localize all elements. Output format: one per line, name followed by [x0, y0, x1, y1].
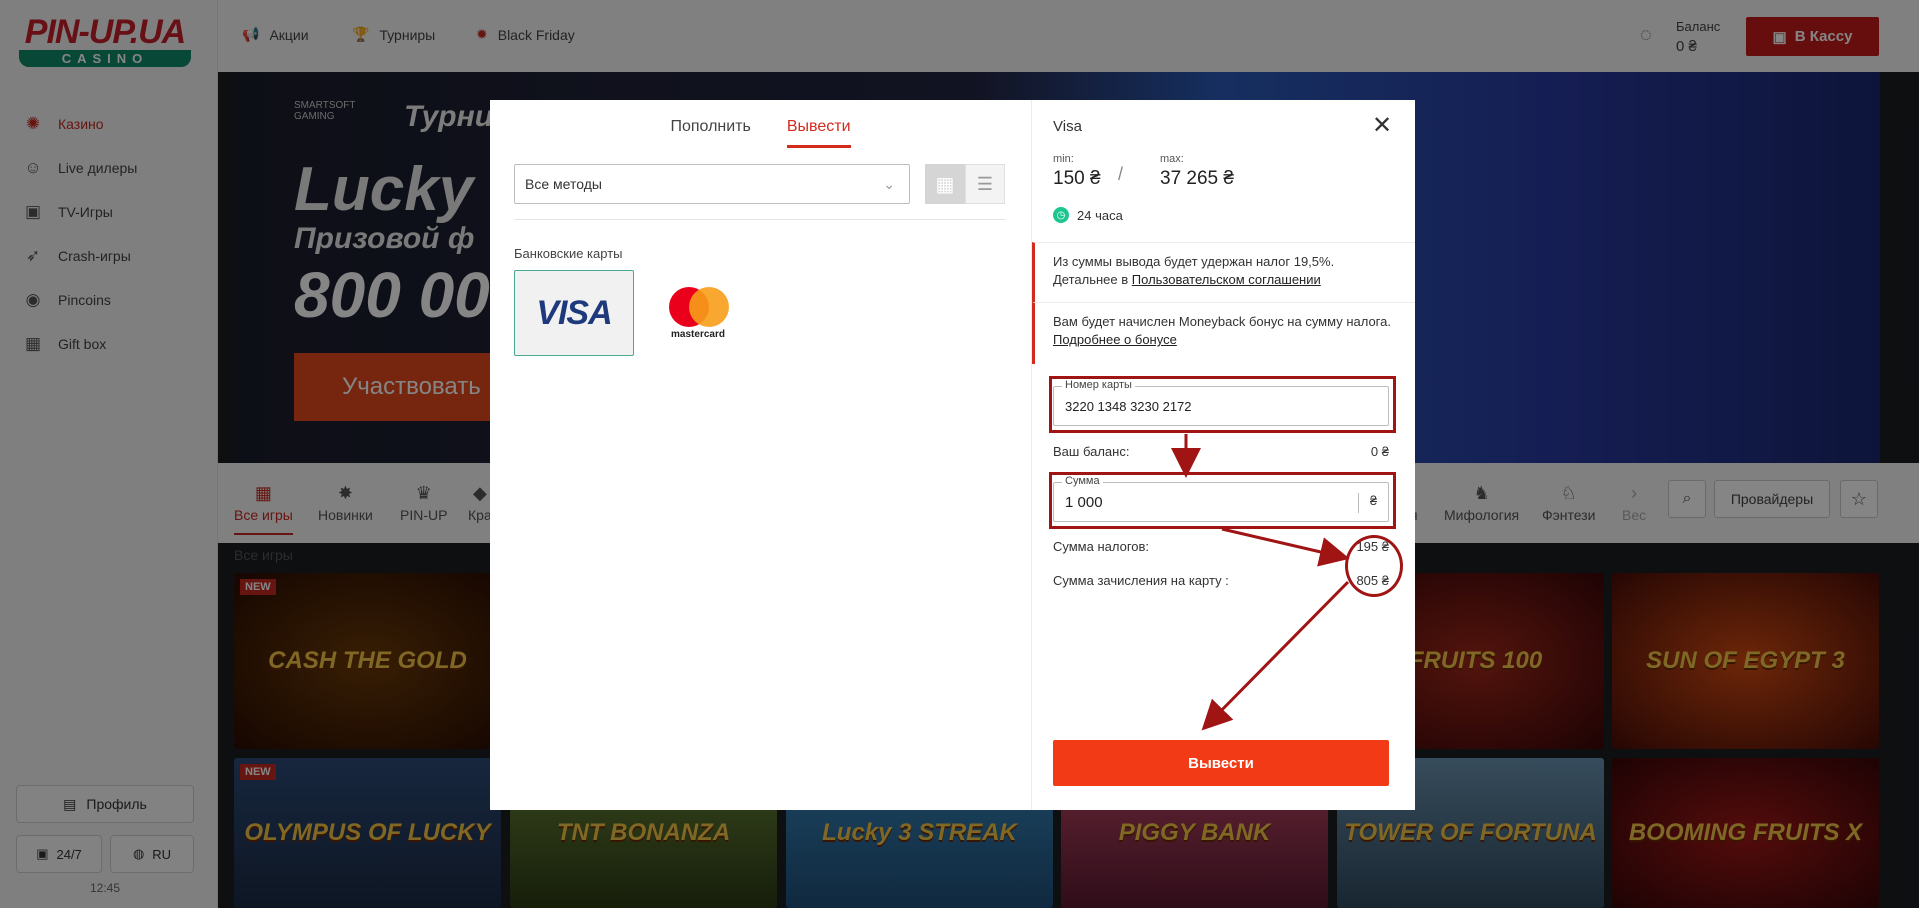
list-view-button[interactable]: ☰	[965, 164, 1005, 204]
grid-view-button[interactable]: ▦	[925, 164, 965, 204]
withdraw-submit-button[interactable]: Вывести	[1053, 740, 1389, 786]
min-value: 150 ₴	[1053, 168, 1101, 189]
amount-field[interactable]: Сумма 1 000 ₴	[1053, 475, 1389, 522]
credit-sum-label: Сумма зачисления на карту :	[1053, 573, 1229, 588]
visa-card-option[interactable]: VISA	[514, 270, 634, 356]
tax-sum-row: Сумма налогов: 195 ₴	[1053, 539, 1389, 554]
bank-cards-title: Банковские карты	[514, 246, 623, 261]
chevron-down-icon: ⌄	[883, 175, 895, 192]
clock-icon: ◷	[1053, 207, 1069, 223]
currency-symbol: ₴	[1358, 493, 1388, 513]
tax-sum-label: Сумма налогов:	[1053, 539, 1150, 554]
amount-label: Сумма	[1062, 475, 1103, 487]
grid-icon: ▦	[935, 173, 955, 196]
amount-value: 1 000	[1065, 494, 1103, 511]
tab-withdraw[interactable]: Вывести	[786, 100, 851, 148]
divider	[514, 219, 1006, 220]
method-title: Visa	[1053, 118, 1082, 135]
card-number-label: Номер карты	[1062, 379, 1135, 391]
card-number-field[interactable]: Номер карты 3220 1348 3230 2172	[1053, 379, 1389, 426]
withdraw-form: Visa ✕ min: 150 ₴ / max: 37 265 ₴ ◷ 24 ча…	[1031, 100, 1415, 810]
mastercard-text: mastercard	[671, 329, 725, 340]
credit-sum-value: 805 ₴	[1356, 573, 1389, 588]
methods-select[interactable]: Все методы ⌄	[514, 164, 910, 204]
mastercard-option[interactable]: mastercard	[638, 270, 758, 356]
min-label: min:	[1053, 153, 1074, 165]
separator: /	[1118, 164, 1124, 184]
methods-panel: Пополнить Вывести Все методы ⌄ ▦ ☰ Банков…	[490, 100, 1031, 810]
your-balance-value: 0 ₴	[1370, 444, 1389, 459]
bonus-notice: Вам будет начислен Moneyback бонус на су…	[1032, 302, 1415, 364]
cashier-tabs: Пополнить Вывести	[490, 100, 1031, 150]
processing-time-value: 24 часа	[1077, 207, 1123, 223]
processing-time: ◷ 24 часа	[1053, 207, 1123, 223]
close-icon: ✕	[1371, 112, 1393, 139]
tax-notice-text: Из суммы вывода будет удержан налог 19,5…	[1053, 254, 1335, 269]
max-label: max:	[1160, 153, 1184, 165]
your-balance-label: Ваш баланс:	[1053, 444, 1130, 459]
close-button[interactable]: ✕	[1370, 114, 1394, 138]
methods-select-value: Все методы	[525, 176, 602, 192]
bonus-notice-text: Вам будет начислен Moneyback бонус на су…	[1053, 314, 1391, 329]
tax-more-prefix: Детальнее в	[1053, 272, 1132, 287]
tax-sum-value: 195 ₴	[1356, 539, 1389, 554]
tax-notice: Из суммы вывода будет удержан налог 19,5…	[1032, 242, 1415, 302]
max-value: 37 265 ₴	[1160, 168, 1234, 189]
balance-row: Ваш баланс: 0 ₴	[1053, 444, 1389, 459]
visa-logo: VISA	[536, 293, 612, 332]
credit-sum-row: Сумма зачисления на карту : 805 ₴	[1053, 573, 1389, 588]
card-number-value: 3220 1348 3230 2172	[1065, 399, 1192, 414]
tab-deposit[interactable]: Пополнить	[670, 100, 750, 148]
cashier-modal: Пополнить Вывести Все методы ⌄ ▦ ☰ Банков…	[490, 100, 1415, 810]
mastercard-logo: mastercard	[663, 283, 733, 343]
user-agreement-link[interactable]: Пользовательском соглашении	[1132, 272, 1321, 287]
list-icon: ☰	[976, 173, 994, 194]
bonus-details-link[interactable]: Подробнее о бонусе	[1053, 332, 1177, 347]
